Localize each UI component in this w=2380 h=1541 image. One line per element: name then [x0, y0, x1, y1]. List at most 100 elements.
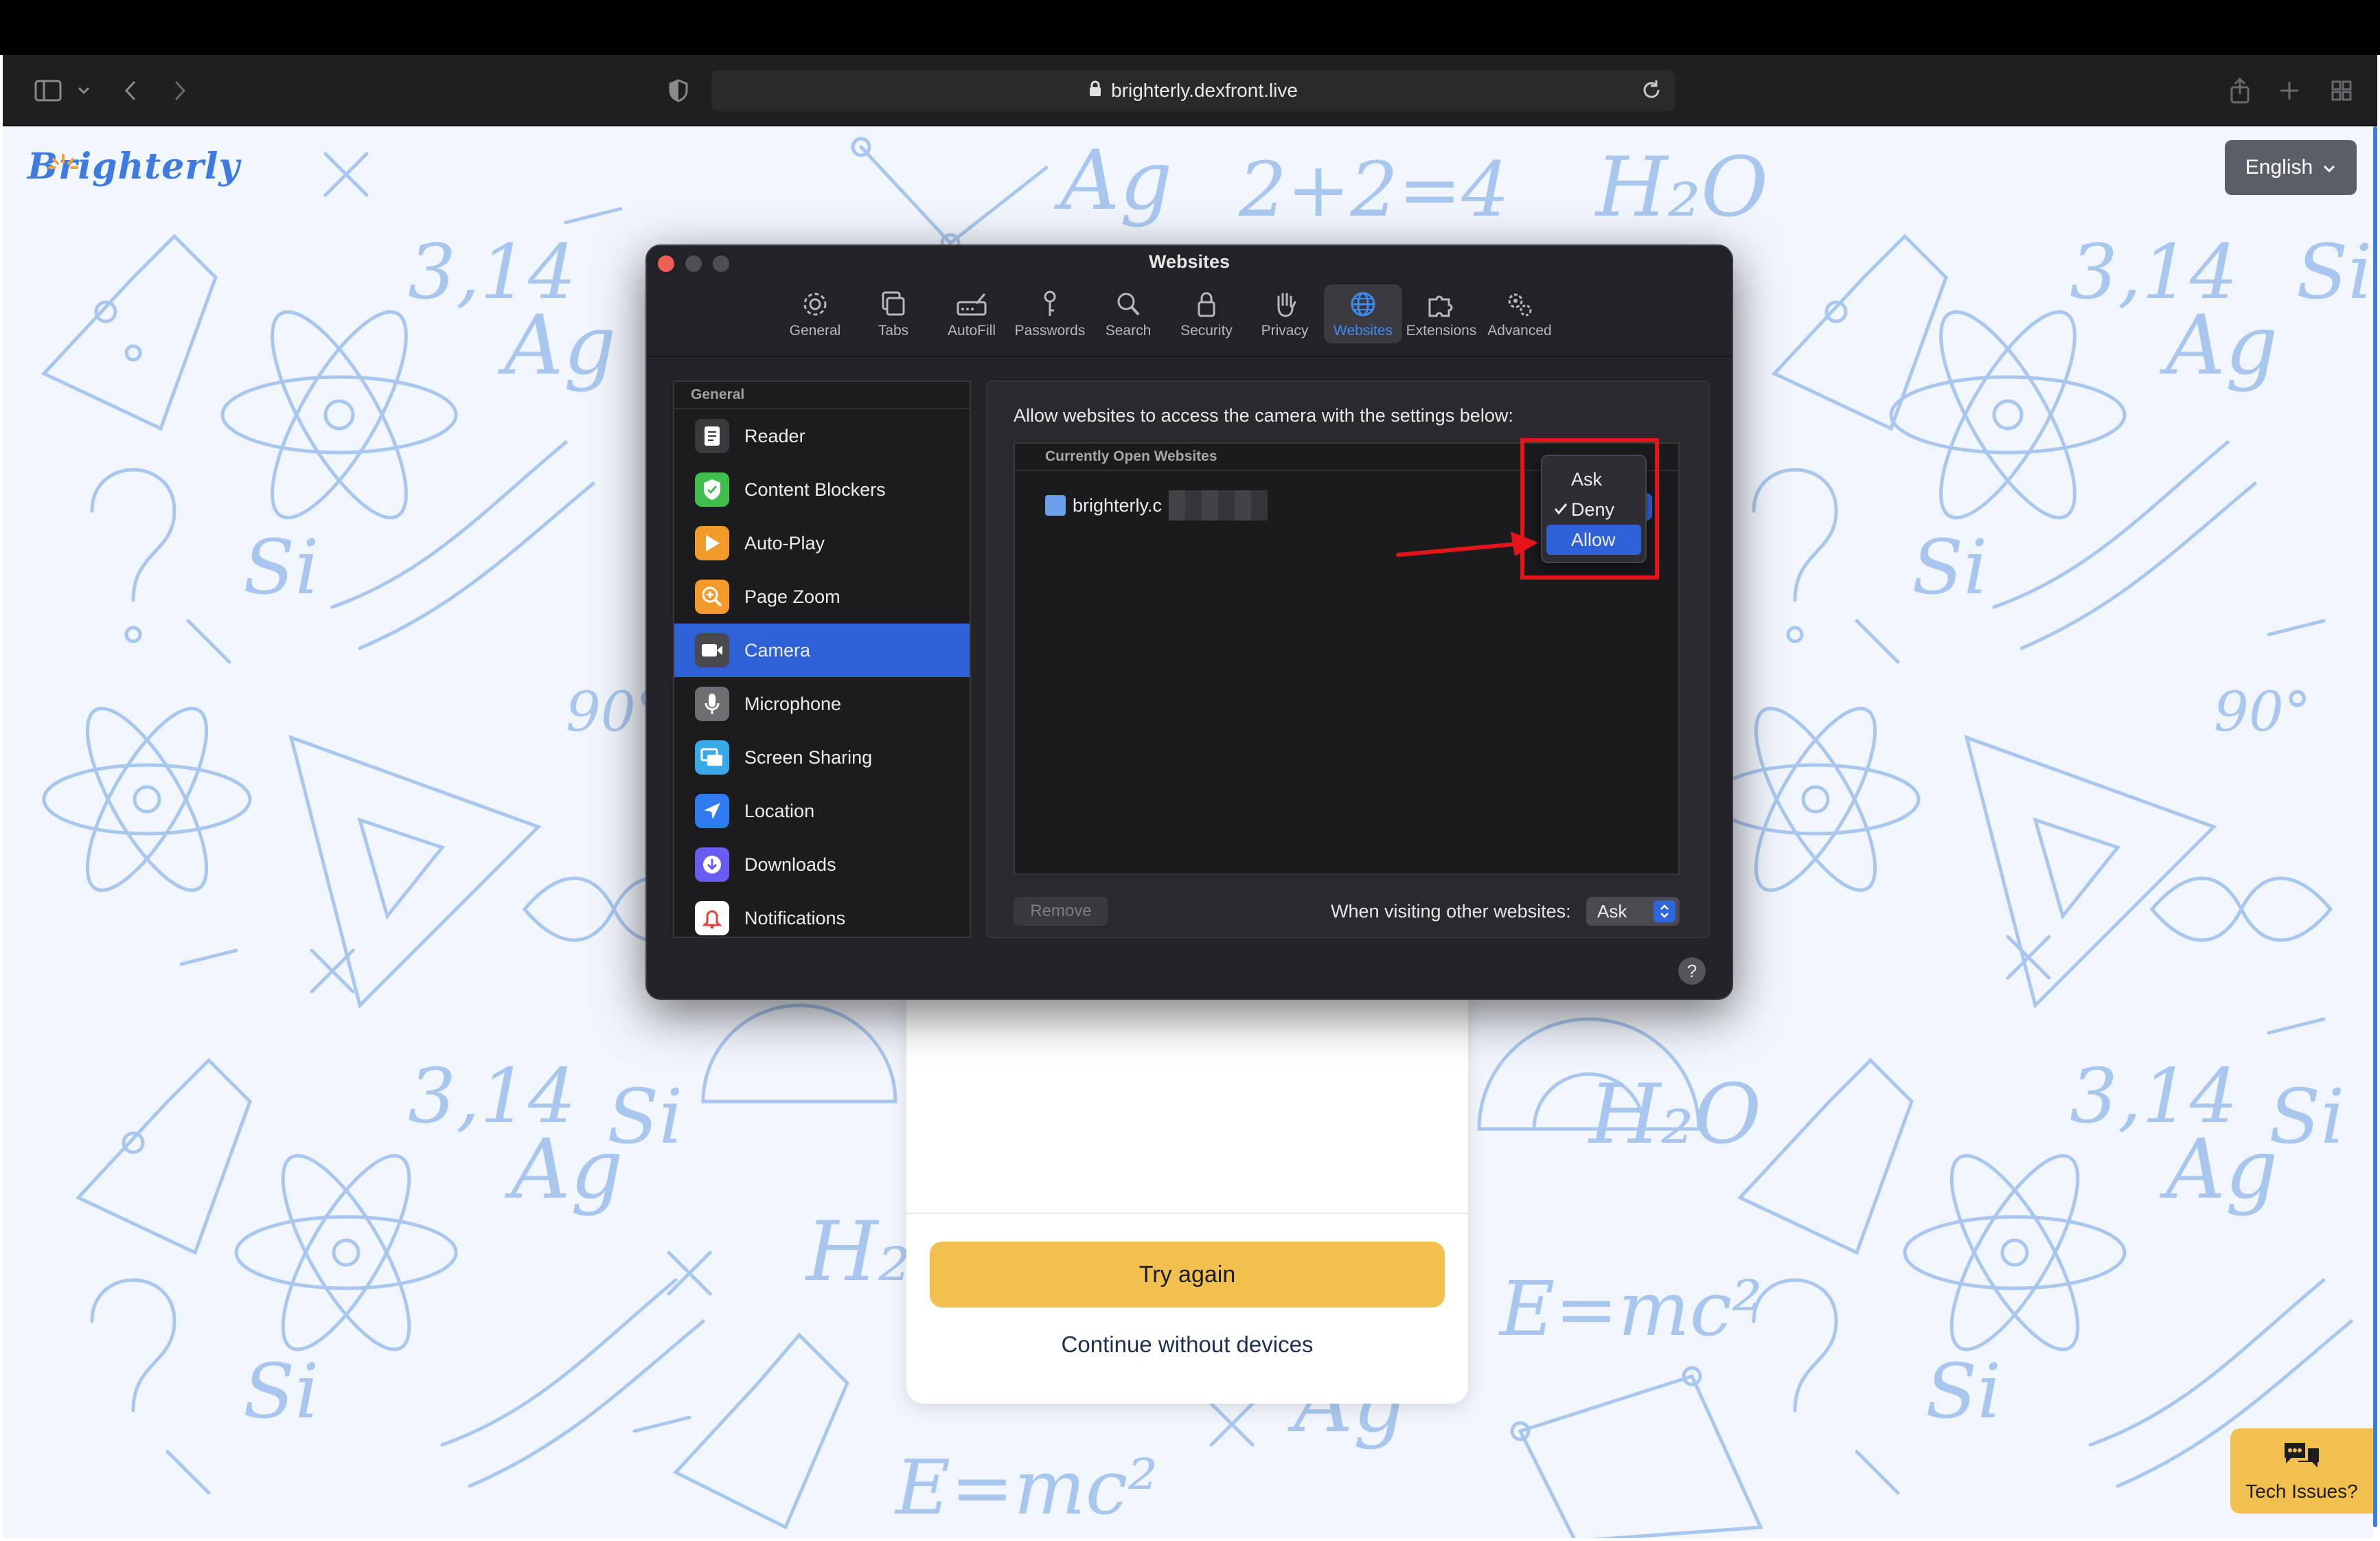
location-icon — [695, 794, 729, 828]
sidebar-item-screen-sharing[interactable]: Screen Sharing — [674, 731, 970, 784]
preferences-tab-bar: General Tabs AutoFill Passwords Search S… — [776, 284, 1559, 343]
svg-text:Si: Si — [1912, 523, 1988, 611]
reload-icon[interactable] — [1640, 78, 1663, 106]
reader-icon — [695, 419, 729, 453]
camera-icon — [695, 633, 729, 667]
page-scrollbar[interactable] — [2373, 126, 2377, 1527]
websites-preferences-window: Websites General Tabs AutoFill Passwords… — [645, 244, 1733, 1000]
svg-text:90°: 90° — [2214, 680, 2311, 744]
window-title: Websites — [1148, 251, 1231, 272]
websites-sidebar: General Reader Content Blockers Auto-Pla… — [673, 380, 971, 938]
lock-icon — [1198, 292, 1215, 317]
other-websites-select[interactable]: Ask — [1586, 897, 1680, 926]
gear-icon — [803, 293, 827, 316]
svg-text:Si: Si — [607, 1073, 683, 1161]
tab-overview-icon[interactable] — [2326, 76, 2357, 106]
microphone-icon — [695, 687, 729, 721]
sidebar-item-microphone[interactable]: Microphone — [674, 677, 970, 731]
svg-text:H₂O: H₂O — [1588, 1067, 1761, 1163]
download-icon — [695, 847, 729, 882]
language-label: English — [2245, 156, 2313, 179]
svg-text:E=mc²: E=mc² — [894, 1443, 1158, 1531]
tab-tabs[interactable]: Tabs — [854, 284, 932, 343]
tab-privacy[interactable]: Privacy — [1246, 284, 1324, 343]
sidebar-item-content-blockers[interactable]: Content Blockers — [674, 463, 970, 516]
tech-issues-button[interactable]: Tech Issues? — [2230, 1428, 2373, 1514]
key-icon — [1044, 290, 1056, 316]
try-again-button[interactable]: Try again — [930, 1242, 1445, 1308]
device-check-card: Try again Continue without devices — [906, 981, 1468, 1404]
hand-icon — [1277, 293, 1296, 317]
sidebar-item-notifications[interactable]: Notifications — [674, 891, 970, 945]
bell-icon — [695, 901, 729, 935]
forward-icon[interactable] — [165, 76, 195, 106]
sidebar-item-location[interactable]: Location — [674, 784, 970, 838]
svg-text:Si: Si — [1925, 1347, 2002, 1435]
tab-extensions[interactable]: Extensions — [1402, 284, 1480, 343]
svg-text:Ag: Ag — [497, 298, 616, 393]
autofill-icon — [957, 293, 987, 316]
sidebar-item-reader[interactable]: Reader — [674, 409, 970, 463]
remove-button[interactable]: Remove — [1014, 897, 1108, 926]
help-button[interactable]: ? — [1678, 957, 1706, 985]
svg-text:Si: Si — [243, 523, 319, 611]
play-icon — [695, 526, 729, 560]
other-websites-value: Ask — [1597, 900, 1627, 922]
brighterly-logo[interactable]: Brighterly — [27, 146, 240, 187]
globe-icon — [1351, 292, 1375, 317]
svg-text:Si: Si — [243, 1347, 319, 1435]
sidebar-item-downloads[interactable]: Downloads — [674, 838, 970, 891]
svg-text:2+2=4: 2+2=4 — [1238, 146, 1509, 233]
chevron-down-icon[interactable] — [69, 76, 99, 106]
sidebar-item-camera[interactable]: Camera — [674, 624, 970, 677]
sidebar-item-page-zoom[interactable]: Page Zoom — [674, 570, 970, 624]
tab-websites[interactable]: Websites — [1324, 284, 1402, 343]
toolbar-separator — [647, 356, 1732, 357]
list-item[interactable]: brighterly.c — [1045, 490, 1268, 521]
tab-general[interactable]: General — [776, 284, 854, 343]
tab-advanced[interactable]: Advanced — [1480, 284, 1559, 343]
continue-without-devices-link[interactable]: Continue without devices — [930, 1324, 1445, 1365]
tab-security[interactable]: Security — [1167, 284, 1246, 343]
site-favicon-icon — [1045, 495, 1066, 516]
svg-text:Ag: Ag — [2159, 1122, 2278, 1218]
svg-text:Ag: Ag — [2159, 298, 2278, 393]
new-tab-icon[interactable] — [2274, 76, 2304, 106]
share-icon[interactable] — [2225, 76, 2255, 106]
language-selector[interactable]: English — [2225, 140, 2357, 195]
svg-text:Si: Si — [2296, 228, 2372, 316]
svg-text:E=mc²: E=mc² — [1498, 1265, 1762, 1353]
annotation-arrow-icon — [1396, 532, 1538, 557]
camera-description: Allow websites to access the camera with… — [1014, 405, 1513, 426]
privacy-shield-icon[interactable] — [663, 76, 694, 106]
screen-top-bar — [0, 0, 2380, 55]
chat-bubbles-icon — [2282, 1440, 2322, 1475]
screen-sharing-icon — [695, 740, 729, 775]
url-text: brighterly.dexfront.live — [1111, 80, 1298, 101]
tabs-icon — [882, 291, 905, 316]
sun-icon — [48, 137, 78, 179]
shield-check-icon — [695, 472, 729, 507]
gears-icon — [1508, 293, 1532, 317]
redacted-text — [1169, 490, 1268, 521]
tab-search[interactable]: Search — [1089, 284, 1167, 343]
svg-text:Si: Si — [2269, 1073, 2345, 1161]
tech-issues-label: Tech Issues? — [2245, 1480, 2358, 1502]
magnifier-icon — [1117, 293, 1140, 316]
address-bar[interactable]: brighterly.dexfront.live — [711, 70, 1675, 111]
other-websites-label: When visiting other websites: — [1331, 901, 1571, 922]
sidebar-item-auto-play[interactable]: Auto-Play — [674, 516, 970, 570]
sidebar-toggle-icon[interactable] — [33, 76, 63, 106]
back-icon[interactable] — [115, 76, 146, 106]
zoom-icon — [695, 580, 729, 614]
card-divider — [906, 1213, 1468, 1214]
chevron-down-icon — [2322, 156, 2336, 179]
tab-autofill[interactable]: AutoFill — [932, 284, 1011, 343]
tab-passwords[interactable]: Passwords — [1011, 284, 1089, 343]
puzzle-icon — [1428, 295, 1453, 317]
site-name: brighterly.c — [1073, 494, 1163, 516]
browser-toolbar: brighterly.dexfront.live — [3, 55, 2377, 126]
lock-icon — [1089, 80, 1101, 102]
up-down-chevron-icon — [1654, 900, 1675, 922]
svg-text:Ag: Ag — [1053, 133, 1172, 229]
